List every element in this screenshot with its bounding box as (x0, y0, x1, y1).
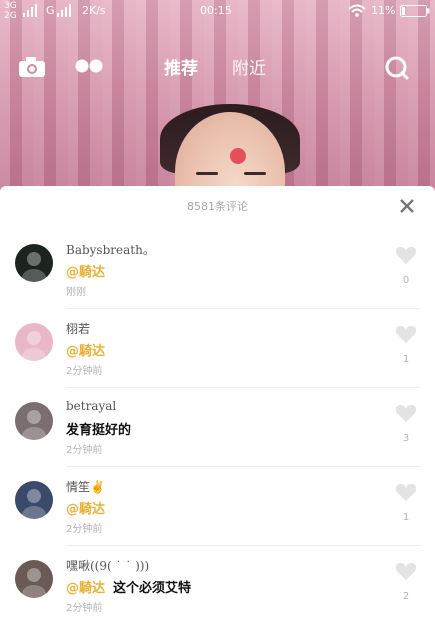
top-nav: 推荐 附近 (0, 48, 435, 84)
comment-mention[interactable]: @騎达 (66, 265, 105, 280)
comment-row[interactable]: Babysbreath。 @騎达 刚刚 0 (0, 231, 435, 309)
eye-right (244, 172, 266, 175)
comment-mention[interactable]: @騎达 (66, 581, 105, 596)
comment-time: 2分钟前 (66, 366, 103, 377)
carrier-label: G (46, 4, 55, 17)
avatar[interactable] (15, 560, 53, 598)
signal-2g-label: 2G (4, 11, 17, 21)
avatar[interactable] (15, 402, 53, 440)
avatar[interactable] (15, 481, 53, 519)
avatar-image (15, 244, 53, 282)
wifi-icon (348, 4, 366, 17)
comment-text: 这个必须艾特 (113, 581, 192, 596)
comment-row[interactable]: 嘿啾((9( ˙ ˙ ))) @騎达 这个必须艾特 2分钟前 2 (0, 547, 435, 619)
comment-time: 2分钟前 (66, 445, 103, 456)
heart-icon[interactable] (395, 561, 417, 581)
status-bar: 3G 2G G 2K/s 00:15 11% (0, 0, 435, 22)
comment-username[interactable]: Babysbreath。 (66, 241, 155, 258)
comment-body: 发育挺好的 (66, 419, 131, 438)
battery-percent: 11% (371, 4, 396, 17)
heart-icon[interactable] (395, 324, 417, 344)
comment-row[interactable]: 栩若 @騎达 2分钟前 1 (0, 310, 435, 388)
avatar-image (15, 560, 53, 598)
like-count: 0 (402, 275, 410, 286)
avatar-image (15, 323, 53, 361)
signal-3g-label: 3G (4, 1, 17, 11)
comment-body: @騎达 这个必须艾特 (66, 577, 191, 596)
dots-icon[interactable] (74, 58, 104, 74)
comments-panel: 8581条评论 Babysbreath。 @騎达 刚刚 0 栩若 @騎达 2分钟… (0, 186, 435, 619)
comment-time: 刚刚 (66, 287, 86, 298)
eye-left (196, 172, 218, 175)
like-count: 1 (402, 512, 410, 523)
signal-bars-icon (23, 4, 37, 17)
heart-icon[interactable] (395, 403, 417, 423)
comment-body: @騎达 (66, 261, 113, 280)
comment-body: @騎达 (66, 498, 113, 517)
comment-count: 8581条评论 (187, 200, 248, 213)
battery-icon (400, 5, 430, 17)
signal-bars-2-icon (57, 4, 71, 17)
comment-username[interactable]: 情笙✌ (66, 478, 105, 495)
avatar-image (15, 481, 53, 519)
heart-icon[interactable] (395, 482, 417, 502)
clock: 00:15 (200, 4, 232, 17)
like-count: 3 (402, 433, 410, 444)
avatar-image (15, 402, 53, 440)
video-background (0, 0, 435, 200)
like-count: 2 (402, 591, 410, 602)
heart-icon[interactable] (395, 245, 417, 265)
comment-time: 2分钟前 (66, 524, 103, 535)
comment-time: 2分钟前 (66, 603, 103, 614)
comment-username[interactable]: 栩若 (66, 320, 90, 337)
avatar[interactable] (15, 244, 53, 282)
tab-nearby[interactable]: 附近 (232, 54, 266, 79)
comment-mention[interactable]: @騎达 (66, 344, 105, 359)
comment-row[interactable]: betrayal 发育挺好的 2分钟前 3 (0, 389, 435, 467)
like-count: 1 (402, 354, 410, 365)
close-icon[interactable] (397, 196, 417, 216)
comment-mention[interactable]: @騎达 (66, 502, 105, 517)
comment-text: 发育挺好的 (66, 423, 132, 438)
tab-recommend[interactable]: 推荐 (164, 54, 198, 79)
comment-body: @騎达 (66, 340, 113, 359)
network-speed: 2K/s (82, 4, 106, 17)
search-icon[interactable] (384, 55, 410, 81)
comment-row[interactable]: 情笙✌ @騎达 2分钟前 1 (0, 468, 435, 546)
comment-username[interactable]: 嘿啾((9( ˙ ˙ ))) (66, 557, 149, 574)
camera-icon[interactable] (18, 56, 46, 78)
comment-username[interactable]: betrayal (66, 399, 116, 413)
forehead-mark (230, 148, 246, 164)
comments-header: 8581条评论 (0, 186, 435, 226)
avatar[interactable] (15, 323, 53, 361)
